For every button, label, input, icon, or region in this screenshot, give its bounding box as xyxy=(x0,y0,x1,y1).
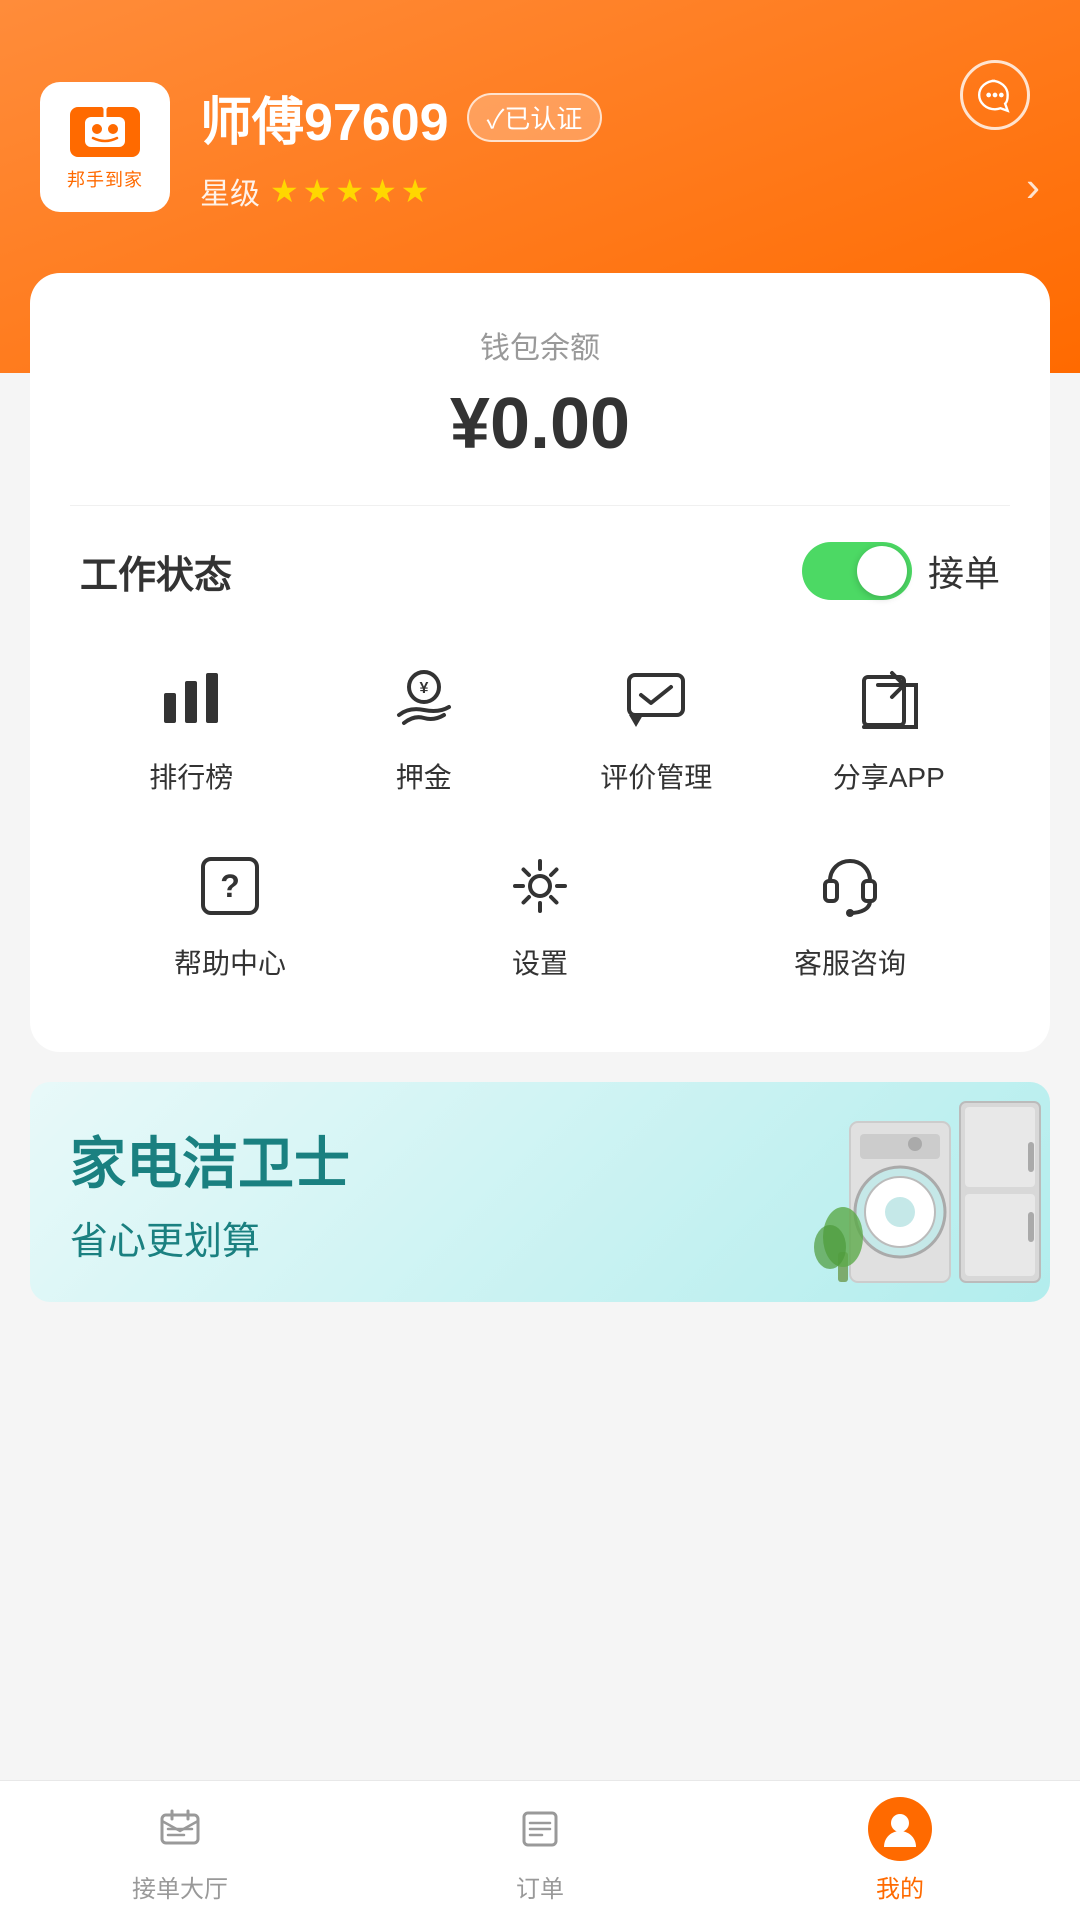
star-label: 星级 xyxy=(200,169,260,213)
menu-item-help[interactable]: ? 帮助中心 xyxy=(80,826,380,1002)
tab-order-list[interactable]: 订单 xyxy=(360,1797,720,1904)
menu-item-support[interactable]: 客服咨询 xyxy=(700,826,1000,1002)
menu-item-ranking[interactable]: 排行榜 xyxy=(80,640,303,816)
message-button[interactable] xyxy=(960,60,1030,130)
verified-text: ✓已认证 xyxy=(487,99,583,136)
help-circle-icon: ? xyxy=(190,846,270,926)
stars: ★ ★ ★ ★ ★ xyxy=(270,172,429,210)
orders-tab-label: 接单大厅 xyxy=(132,1869,228,1904)
mine-tab-label: 我的 xyxy=(876,1869,924,1904)
star-1: ★ xyxy=(270,172,299,210)
verified-badge: ✓已认证 xyxy=(467,93,603,142)
tab-mine[interactable]: 我的 xyxy=(720,1797,1080,1904)
headset-icon xyxy=(810,846,890,926)
banner-subtitle: 省心更划算 xyxy=(70,1210,350,1265)
user-name: 师傅97609 xyxy=(200,80,449,155)
profile-arrow-icon[interactable]: › xyxy=(1026,163,1040,211)
orders-tab-icon xyxy=(148,1797,212,1861)
mine-tab-icon xyxy=(868,1797,932,1861)
menu-item-reviews[interactable]: 评价管理 xyxy=(545,640,768,816)
reviews-label: 评价管理 xyxy=(600,756,712,796)
menu-item-deposit[interactable]: ¥ 押金 xyxy=(313,640,536,816)
menu-row-2: ? 帮助中心 设置 xyxy=(80,826,1000,1002)
banner-image xyxy=(690,1082,1050,1302)
status-header: 工作状态 接单 xyxy=(80,542,1000,600)
work-status-title: 工作状态 xyxy=(80,544,232,599)
wallet-label: 钱包余额 xyxy=(70,323,1010,367)
message-dots-icon xyxy=(976,76,1014,114)
work-status-toggle[interactable] xyxy=(802,542,912,600)
appliance-illustration xyxy=(690,1082,1050,1302)
help-label: 帮助中心 xyxy=(174,942,286,982)
comment-check-icon xyxy=(616,660,696,740)
status-controls: 接单 xyxy=(802,542,1000,600)
star-2: ★ xyxy=(303,172,332,210)
settings-label: 设置 xyxy=(512,942,568,982)
star-5: ★ xyxy=(401,172,430,210)
deposit-label: 押金 xyxy=(396,756,452,796)
banner-title: 家电洁卫士 xyxy=(70,1119,350,1200)
main-card: 钱包余额 ¥0.00 工作状态 接单 xyxy=(30,273,1050,1052)
svg-text:¥: ¥ xyxy=(419,680,428,697)
share-icon xyxy=(849,660,929,740)
star-4: ★ xyxy=(368,172,397,210)
banner-section[interactable]: 家电洁卫士 省心更划算 xyxy=(30,1082,1050,1302)
menu-row-1: 排行榜 ¥ 押金 xyxy=(80,640,1000,816)
menu-item-settings[interactable]: 设置 xyxy=(390,826,690,1002)
toggle-knob xyxy=(857,546,907,596)
wallet-amount: ¥0.00 xyxy=(70,383,1010,465)
profile-section: 邦手到家 师傅97609 ✓已认证 星级 ★ ★ ★ ★ ★ › xyxy=(40,80,1040,213)
bar-chart-icon xyxy=(151,660,231,740)
share-label: 分享APP xyxy=(833,756,945,796)
gear-icon xyxy=(500,846,580,926)
hand-coin-icon: ¥ xyxy=(384,660,464,740)
order-list-tab-label: 订单 xyxy=(516,1869,564,1904)
banner-text: 家电洁卫士 省心更划算 xyxy=(30,1089,390,1295)
tab-bar: 接单大厅 订单 我的 xyxy=(0,1780,1080,1920)
menu-item-share[interactable]: 分享APP xyxy=(778,640,1001,816)
brand-logo-icon xyxy=(65,102,145,162)
ranking-label: 排行榜 xyxy=(149,756,233,796)
tab-orders[interactable]: 接单大厅 xyxy=(0,1797,360,1904)
svg-text:?: ? xyxy=(220,868,240,904)
wallet-section: 钱包余额 ¥0.00 xyxy=(70,323,1010,506)
brand-name: 邦手到家 xyxy=(67,166,143,192)
star-rating-row: 星级 ★ ★ ★ ★ ★ xyxy=(200,169,1040,213)
order-list-tab-icon xyxy=(508,1797,572,1861)
profile-info: 师傅97609 ✓已认证 星级 ★ ★ ★ ★ ★ xyxy=(200,80,1040,213)
avatar: 邦手到家 xyxy=(40,82,170,212)
accept-label: 接单 xyxy=(928,545,1000,597)
support-label: 客服咨询 xyxy=(794,942,906,982)
work-status-section: 工作状态 接单 排行榜 xyxy=(70,506,1010,1012)
star-3: ★ xyxy=(335,172,364,210)
